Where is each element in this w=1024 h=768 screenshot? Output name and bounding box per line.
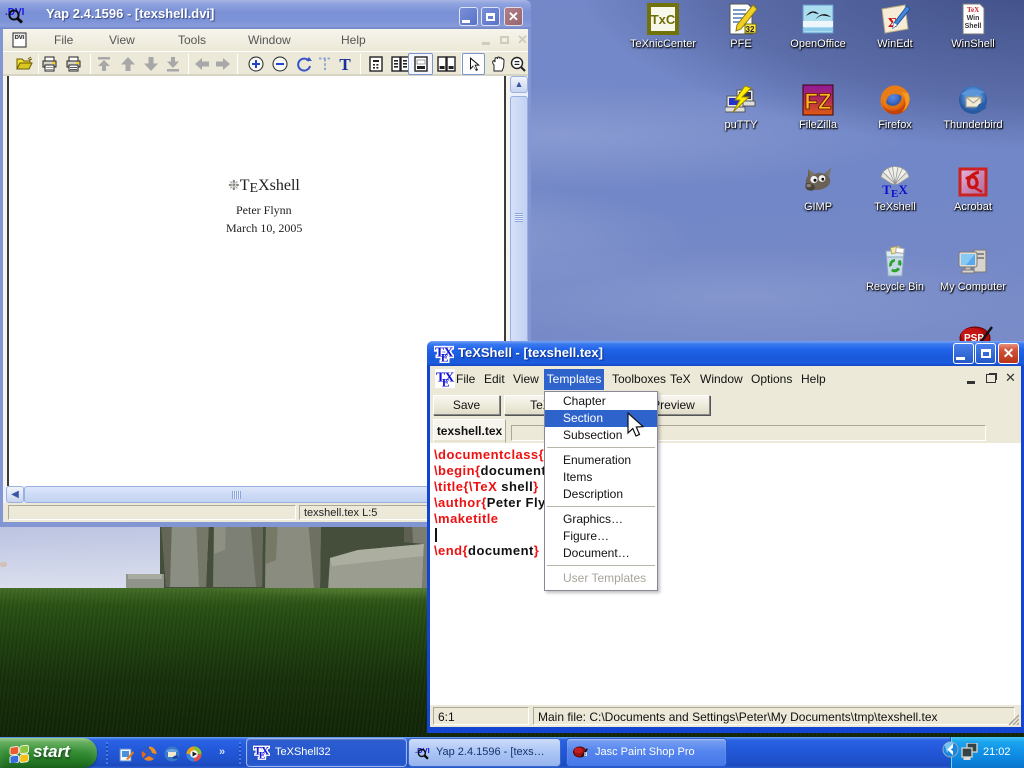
svg-text:32: 32	[746, 25, 755, 34]
svg-text:X: X	[443, 345, 453, 360]
svg-text:8: 8	[584, 752, 588, 758]
svg-text:X: X	[444, 370, 454, 385]
svg-text:DVI: DVI	[15, 35, 25, 41]
svg-text:.DVI: .DVI	[415, 746, 430, 755]
svg-text:T: T	[339, 56, 351, 72]
svg-text:FZ: FZ	[805, 89, 832, 114]
svg-text:TxC: TxC	[651, 12, 676, 27]
svg-text:X: X	[261, 746, 270, 758]
svg-text:Win: Win	[967, 15, 980, 22]
svg-text:TeX: TeX	[967, 6, 979, 14]
svg-text:Shell: Shell	[965, 23, 982, 30]
svg-text:.DVI: .DVI	[5, 7, 25, 18]
